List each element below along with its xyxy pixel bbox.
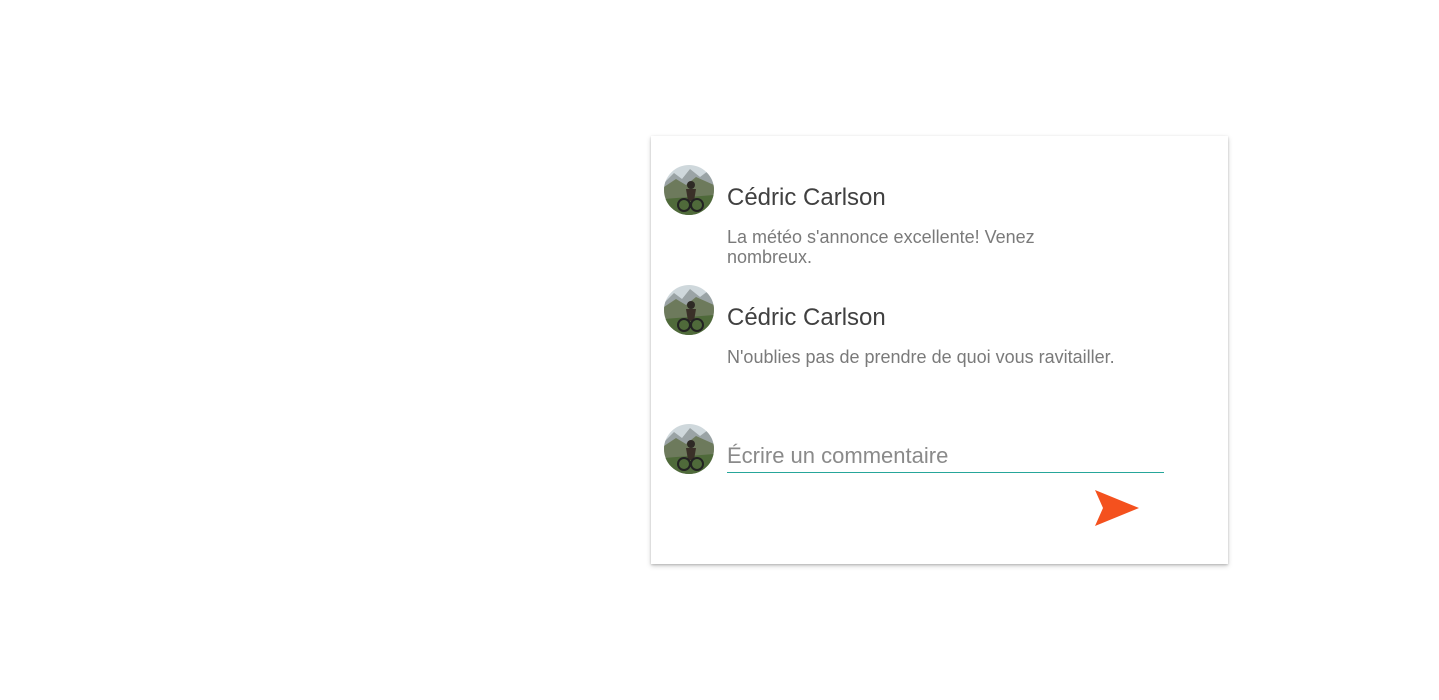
send-button[interactable] bbox=[1093, 488, 1141, 528]
comment-composer bbox=[664, 424, 1174, 484]
avatar-photo bbox=[664, 424, 714, 474]
comments-card: Cédric Carlson La météo s'annonce excell… bbox=[651, 136, 1228, 564]
avatar-photo bbox=[664, 285, 714, 335]
comment-text: La météo s'annonce excellente! Venez nom… bbox=[727, 227, 1035, 267]
avatar bbox=[664, 285, 714, 335]
comment-text: N'oublies pas de prendre de quoi vous ra… bbox=[727, 347, 1115, 367]
comment-author: Cédric Carlson bbox=[727, 304, 886, 331]
comment-input[interactable] bbox=[727, 439, 1164, 473]
avatar bbox=[664, 165, 714, 215]
send-icon bbox=[1095, 490, 1139, 526]
comment-author: Cédric Carlson bbox=[727, 184, 886, 211]
avatar bbox=[664, 424, 714, 474]
avatar-photo bbox=[664, 165, 714, 215]
